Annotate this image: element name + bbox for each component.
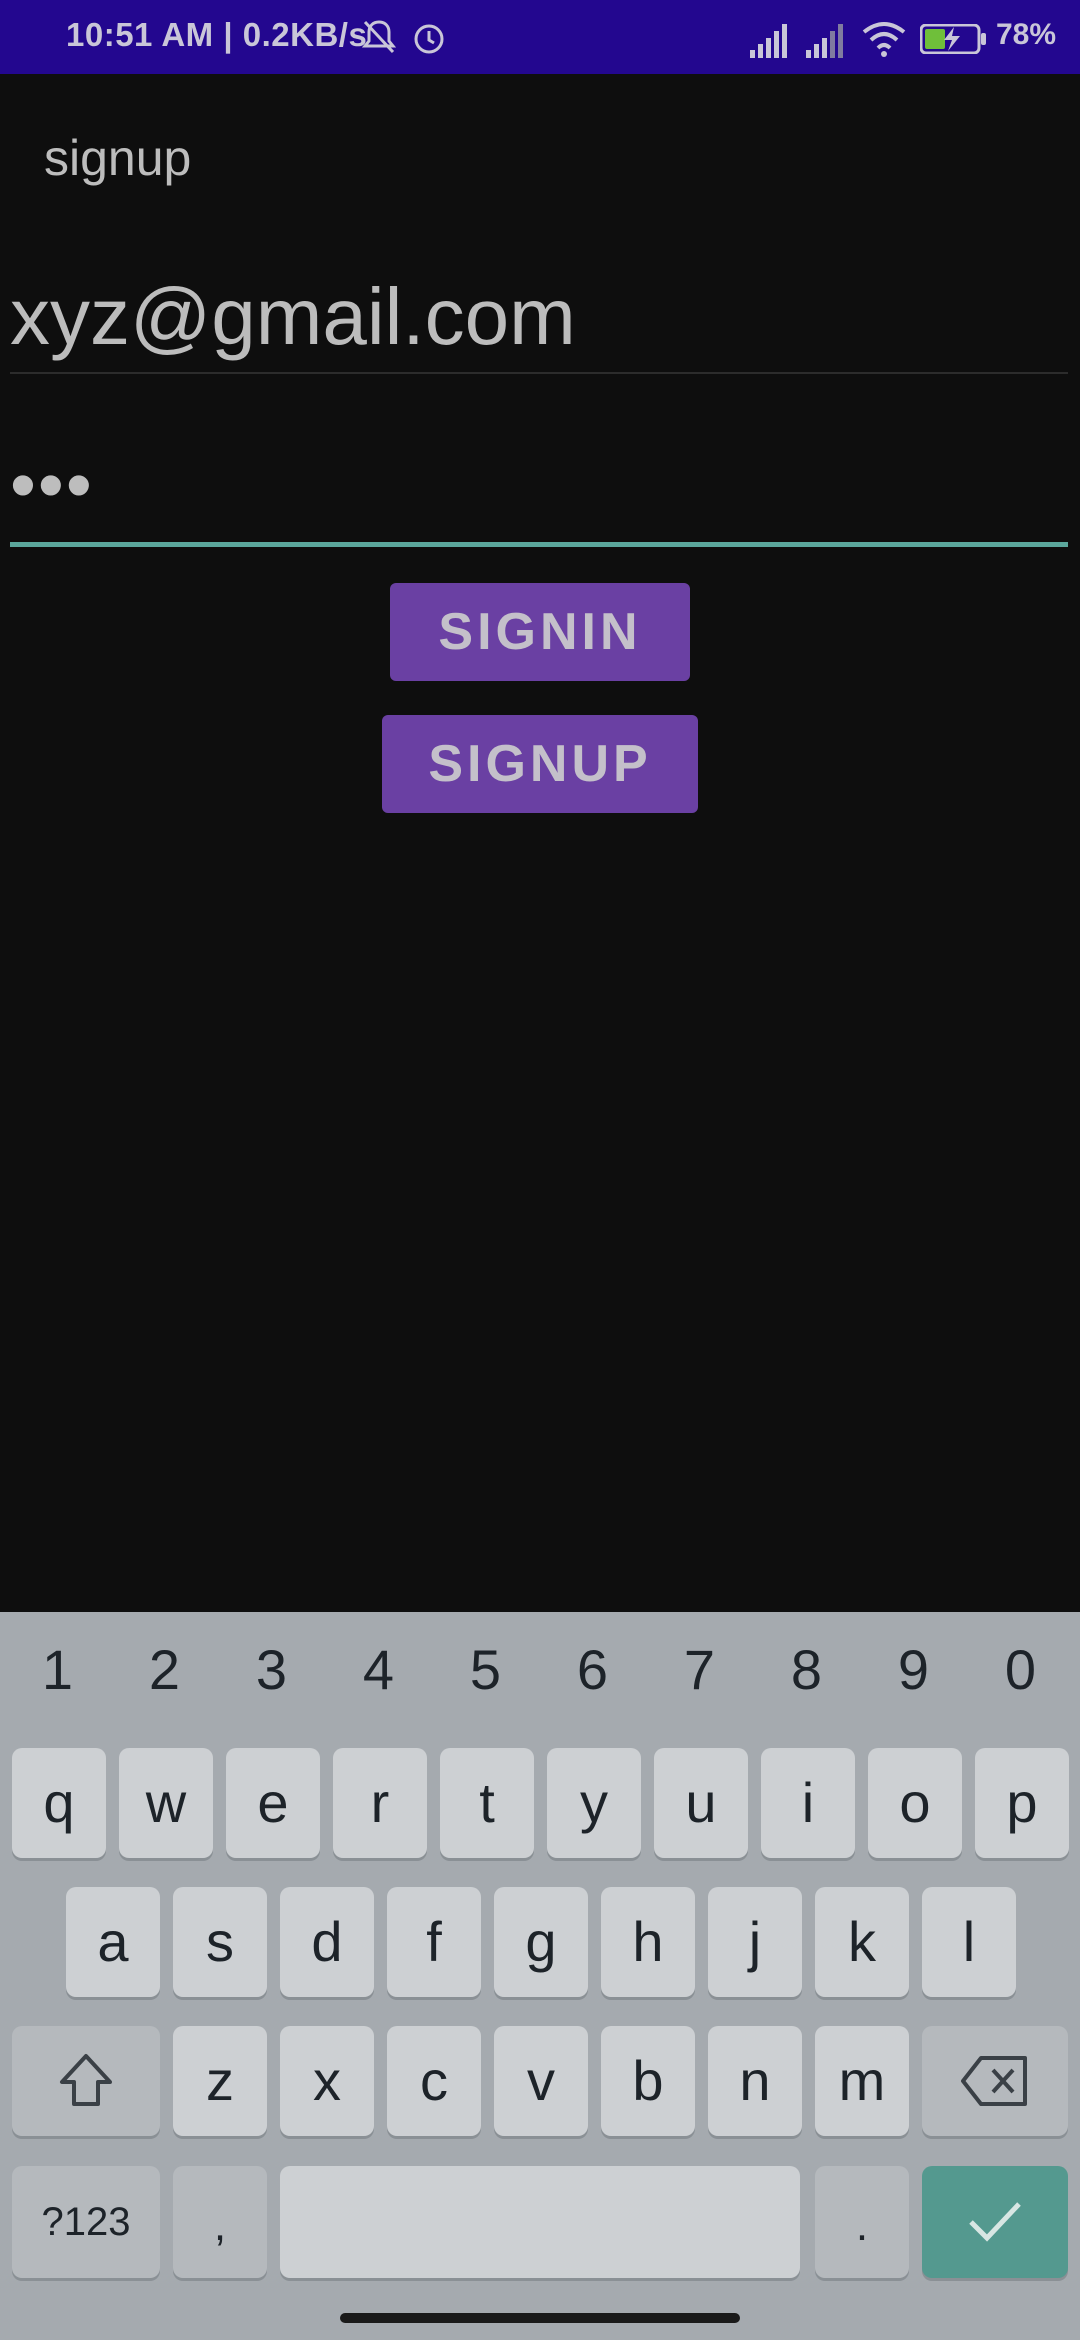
battery-percent: 78%: [996, 18, 1057, 51]
number-key-4[interactable]: 4: [325, 1620, 432, 1720]
number-key-0[interactable]: 0: [967, 1620, 1074, 1720]
shift-arrow-icon: [60, 2054, 112, 2106]
alarm-icon: [410, 18, 448, 61]
number-key-9[interactable]: 9: [860, 1620, 967, 1720]
email-field[interactable]: xyz@gmail.com: [10, 262, 1068, 374]
cell-signal-icon: [806, 24, 846, 63]
key-b[interactable]: b: [601, 2026, 695, 2136]
gesture-nav-bar[interactable]: [340, 2313, 740, 2323]
key-m[interactable]: m: [815, 2026, 909, 2136]
key-x[interactable]: x: [280, 2026, 374, 2136]
checkmark-icon: [969, 2202, 1021, 2242]
comma-key[interactable]: ,: [173, 2166, 267, 2278]
signin-button[interactable]: SIGNIN: [390, 583, 690, 681]
done-key[interactable]: [922, 2166, 1068, 2278]
key-h[interactable]: h: [601, 1887, 695, 1997]
key-n[interactable]: n: [708, 2026, 802, 2136]
symbols-key[interactable]: ?123: [12, 2166, 160, 2278]
mute-bell-icon: [360, 18, 398, 61]
key-a[interactable]: a: [66, 1887, 160, 1997]
password-field[interactable]: •••: [10, 440, 1068, 547]
key-j[interactable]: j: [708, 1887, 802, 1997]
number-key-2[interactable]: 2: [111, 1620, 218, 1720]
key-l[interactable]: l: [922, 1887, 1016, 1997]
key-z[interactable]: z: [173, 2026, 267, 2136]
number-key-3[interactable]: 3: [218, 1620, 325, 1720]
key-u[interactable]: u: [654, 1748, 748, 1858]
key-v[interactable]: v: [494, 2026, 588, 2136]
number-key-7[interactable]: 7: [646, 1620, 753, 1720]
key-t[interactable]: t: [440, 1748, 534, 1858]
key-e[interactable]: e: [226, 1748, 320, 1858]
key-s[interactable]: s: [173, 1887, 267, 1997]
key-o[interactable]: o: [868, 1748, 962, 1858]
battery-charging-icon: [919, 23, 988, 59]
key-w[interactable]: w: [119, 1748, 213, 1858]
number-key-8[interactable]: 8: [753, 1620, 860, 1720]
key-f[interactable]: f: [387, 1887, 481, 1997]
key-c[interactable]: c: [387, 2026, 481, 2136]
key-y[interactable]: y: [547, 1748, 641, 1858]
key-p[interactable]: p: [975, 1748, 1069, 1858]
key-g[interactable]: g: [494, 1887, 588, 1997]
key-r[interactable]: r: [333, 1748, 427, 1858]
signup-button[interactable]: SIGNUP: [382, 715, 698, 813]
number-key-1[interactable]: 1: [4, 1620, 111, 1720]
status-bar: 10:51 AM | 0.2KB/s 78%: [0, 0, 1080, 74]
status-time-speed: 10:51 AM | 0.2KB/s: [66, 16, 368, 53]
key-i[interactable]: i: [761, 1748, 855, 1858]
cell-signal-icon: [750, 24, 790, 63]
key-d[interactable]: d: [280, 1887, 374, 1997]
wifi-icon: [862, 20, 906, 63]
period-key[interactable]: .: [815, 2166, 909, 2278]
key-q[interactable]: q: [12, 1748, 106, 1858]
number-key-5[interactable]: 5: [432, 1620, 539, 1720]
number-key-6[interactable]: 6: [539, 1620, 646, 1720]
shift-key[interactable]: [12, 2026, 160, 2136]
backspace-key[interactable]: [922, 2026, 1068, 2136]
backspace-icon: [961, 2056, 1027, 2106]
key-k[interactable]: k: [815, 1887, 909, 1997]
space-key[interactable]: [280, 2166, 800, 2278]
app-title: signup: [44, 130, 192, 186]
